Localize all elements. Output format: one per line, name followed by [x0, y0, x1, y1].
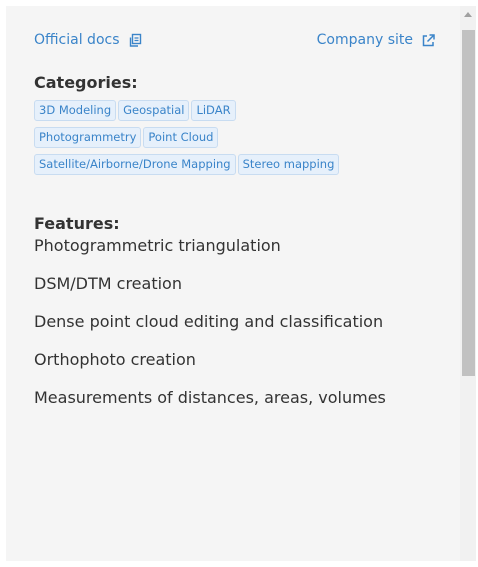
tag-geospatial[interactable]: Geospatial [118, 100, 190, 121]
categories-heading: Categories: [34, 73, 138, 92]
tag-satellite-airborne-drone-mapping[interactable]: Satellite/Airborne/Drone Mapping [34, 154, 236, 175]
official-docs-link[interactable]: Official docs [34, 32, 143, 48]
tag-lidar[interactable]: LiDAR [191, 100, 236, 121]
tag-point-cloud[interactable]: Point Cloud [143, 127, 219, 148]
company-site-link[interactable]: Company site [317, 32, 436, 48]
feature-item: Measurements of distances, areas, volume… [34, 388, 386, 407]
scroll-up-arrow-icon[interactable] [464, 12, 472, 17]
tag-photogrammetry[interactable]: Photogrammetry [34, 127, 142, 148]
feature-item: Photogrammetric triangulation [34, 236, 281, 255]
vertical-scrollbar[interactable] [460, 6, 476, 561]
scrollbar-thumb[interactable] [462, 30, 475, 376]
feature-item: DSM/DTM creation [34, 274, 182, 293]
company-site-label: Company site [316, 32, 413, 48]
copy-icon [128, 33, 143, 48]
tag-3d-modeling[interactable]: 3D Modeling [34, 100, 117, 121]
feature-item: Orthophoto creation [34, 350, 196, 369]
official-docs-label: Official docs [34, 32, 120, 48]
tag-stereo-mapping[interactable]: Stereo mapping [237, 154, 340, 175]
external-link-icon [421, 33, 436, 48]
category-tags: 3D Modeling Geospatial LiDAR Photogrammetr… [34, 99, 444, 180]
features-heading: Features: [34, 214, 120, 233]
feature-item: Dense point cloud editing and classifica… [34, 312, 384, 331]
links-row: Official docs Company site [34, 30, 436, 50]
product-details-panel: Official docs Company site Categories: 3… [6, 6, 460, 561]
